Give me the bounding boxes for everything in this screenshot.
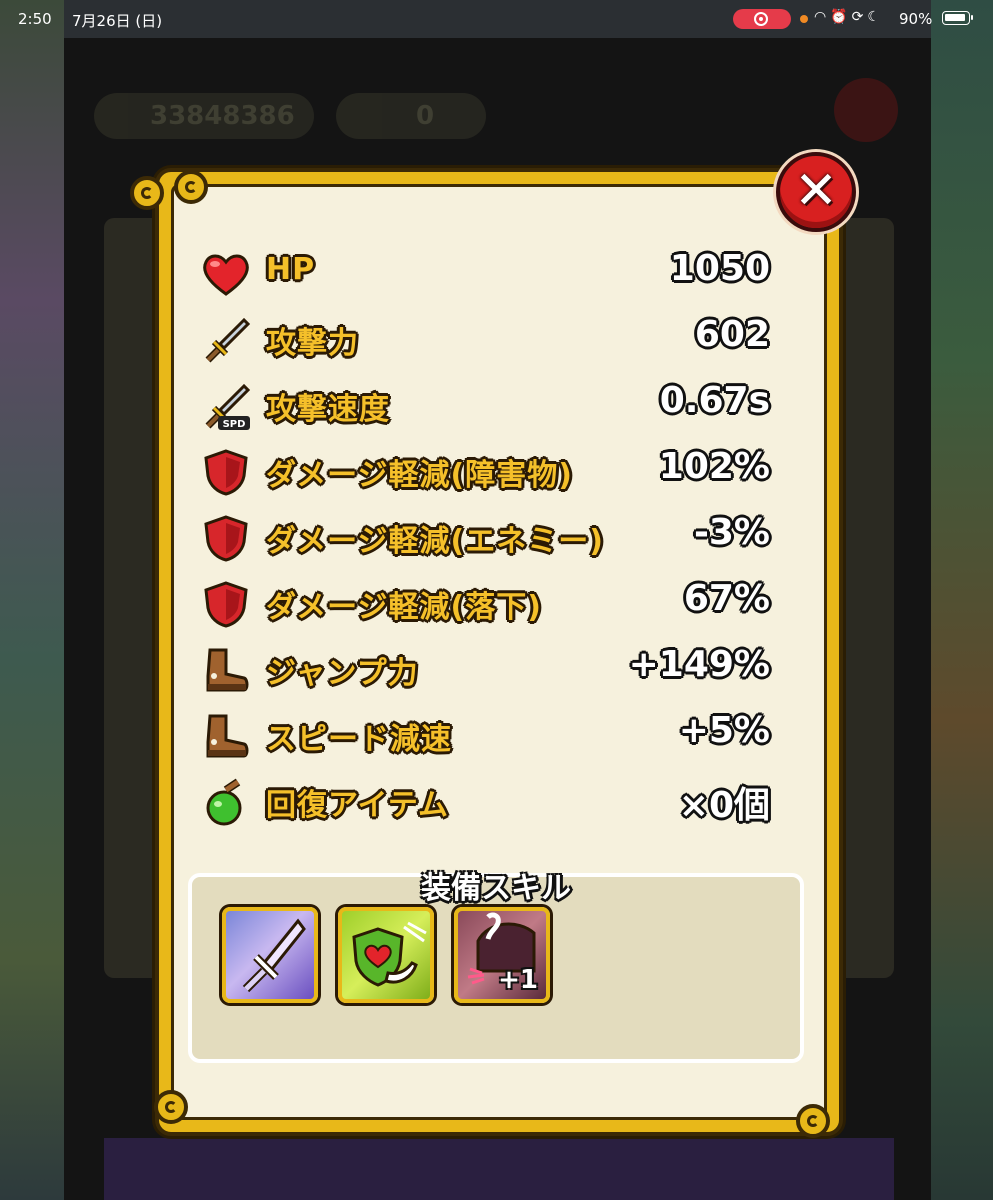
wifi-icon: ◠ — [814, 9, 831, 25]
stat-row-attack: 攻撃力 602 — [200, 312, 770, 368]
shield-icon — [204, 581, 248, 628]
stat-value: 67% — [683, 578, 770, 619]
stat-row-damage-reduction-enemy: ダメージ軽減(エネミー) -3% — [200, 510, 770, 566]
stat-label: ダメージ軽減(エネミー) — [266, 524, 604, 559]
status-icons: ◠⏰⟳☾ — [814, 9, 884, 25]
coin-counter: 33848386 — [94, 93, 314, 139]
stat-value: 1050 — [669, 248, 770, 289]
skill-level-badge: +1 — [498, 965, 538, 995]
moon-icon: ☾ — [867, 9, 884, 25]
stat-value: 602 — [694, 314, 770, 355]
frame-ornament-bottom-right — [796, 1104, 830, 1138]
skill-slot-2[interactable] — [338, 907, 434, 1003]
clock: 2:50 — [18, 10, 52, 28]
gem-count: 0 — [416, 101, 435, 131]
background-equipment-bar — [104, 1138, 894, 1200]
alarm-icon: ⏰ — [830, 9, 852, 25]
spd-badge: SPD — [223, 419, 246, 430]
stat-row-hp: HP 1050 — [200, 246, 770, 302]
stat-row-damage-reduction-fall: ダメージ軽減(落下) 67% — [200, 576, 770, 632]
lock-rotation-icon: ⟳ — [851, 9, 868, 25]
stat-label: ダメージ軽減(落下) — [266, 590, 542, 625]
blurred-background-right — [931, 0, 993, 1200]
stat-row-recovery-items: 回復アイテム ×0個 — [200, 774, 770, 830]
heart-icon — [203, 254, 249, 296]
potion-icon — [206, 778, 242, 826]
boot-icon — [206, 714, 249, 758]
skill-slot-3[interactable]: +1 — [454, 907, 550, 1003]
crystal-sword-skill-icon — [242, 918, 306, 993]
equipped-skills-title: 装備スキル — [421, 871, 571, 906]
equipped-skills-panel: 装備スキル +1 — [188, 871, 804, 1063]
battery-icon — [942, 11, 973, 25]
gem-counter: 0 — [336, 93, 486, 139]
record-icon — [754, 12, 768, 26]
stat-label: ジャンプ力 — [266, 656, 419, 691]
stat-value: -3% — [693, 512, 770, 553]
frame-ornament-top-left — [130, 176, 164, 210]
frame-ornament-bottom-left — [154, 1090, 188, 1124]
stat-value: 102% — [658, 446, 770, 487]
screen-recording-indicator[interactable] — [733, 9, 791, 29]
stat-row-attack-speed: SPD 攻撃速度 0.67s — [200, 378, 770, 434]
date: 7月26日 (日) — [72, 12, 163, 30]
stat-label: 攻撃速度 — [266, 392, 390, 427]
frame-ornament-top-left-2 — [174, 170, 208, 204]
shield-icon — [204, 449, 248, 496]
sword-icon — [205, 317, 251, 363]
stat-label: 回復アイテム — [266, 788, 449, 823]
stat-label: 攻撃力 — [266, 326, 359, 361]
skill-slot-1[interactable] — [222, 907, 318, 1003]
heart-shield-skill-icon — [352, 921, 427, 987]
stat-value: ×0個 — [678, 785, 770, 826]
stat-row-speed-reduction: スピード減速 +5% — [200, 708, 770, 764]
sword-speed-icon: SPD — [205, 383, 251, 430]
stat-row-damage-reduction-obstacle: ダメージ軽減(障害物) 102% — [200, 444, 770, 500]
stat-label: ダメージ軽減(障害物) — [266, 458, 573, 493]
background-close-button — [834, 78, 898, 142]
boot-icon — [206, 648, 249, 692]
close-icon: ✕ — [794, 161, 838, 221]
coin-count: 33848386 — [150, 101, 295, 131]
stat-label: スピード減速 — [266, 722, 452, 757]
mic-indicator-dot — [800, 15, 808, 23]
stat-value: 0.67s — [659, 380, 770, 421]
shield-icon — [204, 515, 248, 562]
stat-value: +149% — [628, 644, 770, 685]
status-bar: 2:50 7月26日 (日) ◠⏰⟳☾ 90% — [0, 0, 993, 38]
blurred-background-left — [0, 0, 64, 1200]
battery-percent: 90% — [899, 10, 933, 28]
stat-label: HP — [266, 252, 316, 287]
close-button[interactable]: ✕ — [776, 152, 856, 232]
stat-row-jump: ジャンプ力 +149% — [200, 642, 770, 698]
stat-value: +5% — [678, 710, 770, 751]
